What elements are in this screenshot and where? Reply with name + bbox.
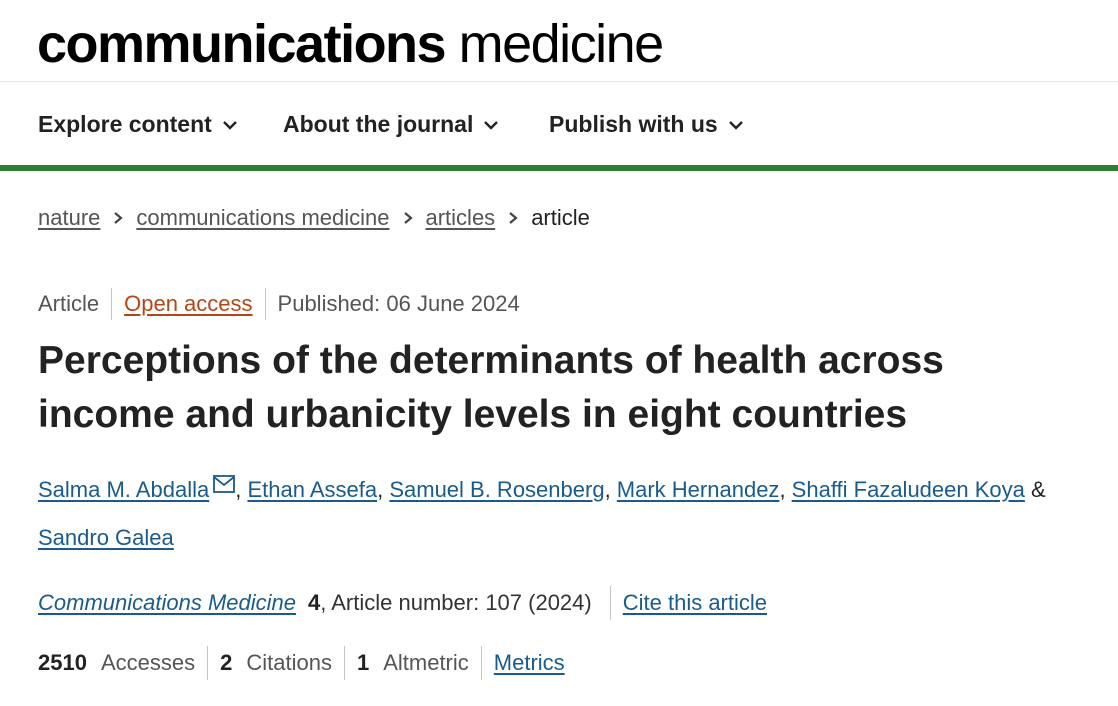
article-metrics: 2510 Accesses 2 Citations 1 Altmetric Me…: [38, 646, 565, 680]
journal-name-link[interactable]: Communications Medicine: [38, 590, 296, 616]
nav-publish-with-us[interactable]: Publish with us: [549, 111, 744, 138]
altmetric-label: Altmetric: [383, 650, 469, 675]
volume-number: 4: [308, 590, 321, 615]
open-access-link[interactable]: Open access: [124, 291, 252, 317]
author-link[interactable]: Shaffi Fazaludeen Koya: [792, 477, 1025, 502]
article-meta: Article Open access Published: 06 June 2…: [38, 288, 520, 320]
journal-citation: Communications Medicine 4, Article numbe…: [38, 586, 767, 620]
citations-label: Citations: [246, 650, 332, 675]
metrics-link[interactable]: Metrics: [494, 650, 565, 676]
nav-about-journal-label: About the journal: [283, 111, 474, 137]
citations-count: 2: [220, 650, 233, 675]
cite-this-article-link[interactable]: Cite this article: [623, 590, 767, 616]
nav-publish-with-us-label: Publish with us: [549, 111, 718, 137]
logo-word-medicine: medicine: [458, 14, 665, 74]
chevron-right-icon: [495, 211, 531, 225]
logo-word-communications: communications: [37, 14, 447, 74]
author-list: Salma M. Abdalla, Ethan Assefa, Samuel B…: [38, 475, 1046, 550]
nav-explore-content-label: Explore content: [38, 111, 212, 137]
chevron-down-icon: [222, 120, 237, 130]
author-link[interactable]: Salma M. Abdalla: [38, 477, 209, 502]
accesses-label: Accesses: [100, 650, 196, 675]
divider: [343, 646, 345, 680]
author-link[interactable]: Mark Hernandez: [617, 477, 780, 502]
divider: [264, 288, 266, 320]
author-link[interactable]: Sandro Galea: [38, 525, 174, 550]
breadcrumb: nature communications medicine articles …: [38, 205, 590, 231]
chevron-right-icon: [390, 211, 426, 225]
journal-logo[interactable]: communications medicine: [37, 8, 665, 80]
breadcrumb-articles[interactable]: articles: [426, 205, 496, 231]
breadcrumb-communications-medicine[interactable]: communications medicine: [136, 205, 389, 231]
site-header: communications medicine: [0, 0, 1118, 82]
divider: [480, 646, 482, 680]
article-title: Perceptions of the determinants of healt…: [38, 339, 944, 436]
divider: [111, 288, 113, 320]
author-link[interactable]: Samuel B. Rosenberg: [389, 477, 604, 502]
breadcrumb-current: article: [531, 205, 590, 230]
mail-icon[interactable]: [213, 475, 236, 493]
author-link[interactable]: Ethan Assefa: [247, 477, 377, 502]
chevron-down-icon: [728, 120, 743, 130]
altmetric-count: 1: [356, 650, 370, 675]
divider: [609, 586, 611, 620]
published-date: Published: 06 June 2024: [277, 291, 520, 316]
breadcrumb-nature[interactable]: nature: [38, 205, 100, 231]
nav-about-journal[interactable]: About the journal: [283, 111, 499, 138]
accesses-count: 2510: [38, 650, 87, 675]
divider: [207, 646, 209, 680]
nav-explore-content[interactable]: Explore content: [38, 111, 238, 138]
chevron-right-icon: [100, 211, 136, 225]
article-number: , Article number: 107 (2024): [320, 590, 592, 615]
nav-accent-bar: [0, 165, 1118, 171]
main-nav: Explore content About the journal Publis…: [0, 83, 1118, 165]
article-type: Article: [38, 291, 100, 316]
chevron-down-icon: [484, 120, 499, 130]
